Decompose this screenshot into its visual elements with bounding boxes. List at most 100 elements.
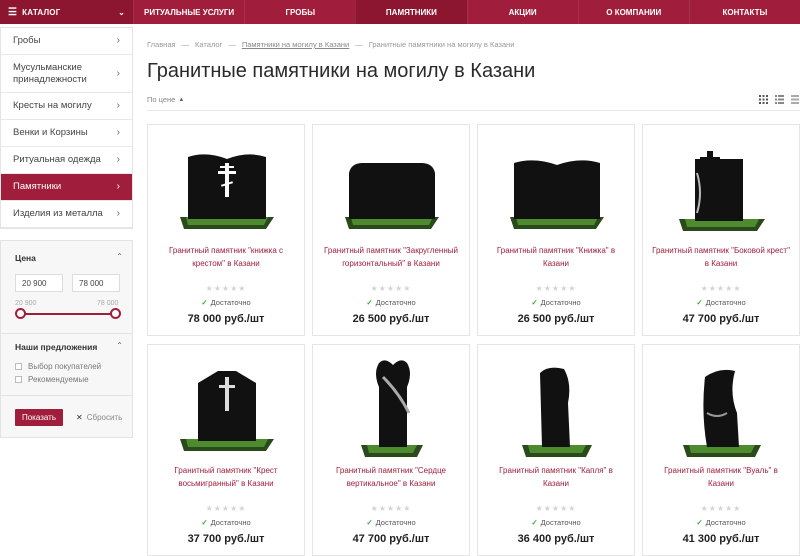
- reset-button[interactable]: ✕ Сбросить: [76, 413, 122, 422]
- product-image[interactable]: [643, 353, 800, 468]
- checkbox-icon[interactable]: [15, 376, 22, 383]
- rating-stars: ★★★★★: [370, 504, 412, 513]
- product-image[interactable]: [643, 133, 800, 248]
- stock-label: Достаточно: [705, 298, 746, 307]
- product-card[interactable]: Гранитный памятник "Закругленный горизон…: [312, 124, 470, 336]
- show-button[interactable]: Показать: [15, 409, 63, 426]
- checkbox-label: Выбор покупателей: [28, 362, 102, 371]
- divider: [147, 110, 800, 111]
- check-icon: ✓: [696, 518, 703, 527]
- nav-contacts[interactable]: КОНТАКТЫ: [688, 0, 800, 24]
- product-card[interactable]: Гранитный памятник "Боковой крест" в Каз…: [642, 124, 800, 336]
- price-max-input[interactable]: [72, 274, 120, 292]
- product-name[interactable]: Гранитный памятник "Вуаль" в Казани: [651, 465, 791, 490]
- stock-status: ✓ Достаточно: [313, 298, 469, 307]
- sidebar-item-crosses[interactable]: Кресты на могилу ›: [1, 93, 132, 120]
- filter-panel: Цена ⌃ 20 900 78 000 Наши предложения ⌃ …: [0, 240, 133, 438]
- list-view-icon[interactable]: [775, 95, 784, 106]
- chevron-right-icon: ›: [116, 35, 120, 46]
- nav-about[interactable]: О КОМПАНИИ: [577, 0, 689, 24]
- stock-status: ✓ Достаточно: [643, 518, 799, 527]
- product-image[interactable]: [313, 133, 471, 248]
- breadcrumb-separator: —: [181, 40, 190, 49]
- checkbox-recommended[interactable]: Рекомендуемые: [15, 375, 89, 384]
- nav-promotions[interactable]: АКЦИИ: [466, 0, 578, 24]
- product-card[interactable]: Гранитный памятник "Сердце вертикальное"…: [312, 344, 470, 556]
- sidebar-item-label: Кресты на могилу: [13, 100, 92, 111]
- stock-status: ✓ Достаточно: [643, 298, 799, 307]
- sidebar-item-clothing[interactable]: Ритуальная одежда ›: [1, 147, 132, 174]
- checkbox-label: Рекомендуемые: [28, 375, 89, 384]
- breadcrumb-home[interactable]: Главная: [147, 40, 176, 49]
- stock-status: ✓ Достаточно: [478, 518, 634, 527]
- grid-view-icon[interactable]: [759, 95, 768, 106]
- product-name[interactable]: Гранитный памятник "Боковой крест" в Каз…: [651, 245, 791, 270]
- sort-control[interactable]: По цене ▲: [147, 95, 184, 104]
- product-name[interactable]: Гранитный памятник "книжка с крестом" в …: [156, 245, 296, 270]
- product-image[interactable]: [478, 133, 636, 248]
- reset-label: Сбросить: [86, 413, 123, 422]
- check-icon: ✓: [531, 518, 538, 527]
- product-price: 78 000 руб./шт: [187, 313, 265, 325]
- main-nav: РИТУАЛЬНЫЕ УСЛУГИ ГРОБЫ ПАМЯТНИКИ АКЦИИ …: [133, 0, 800, 24]
- product-price: 47 700 руб./шт: [682, 313, 760, 325]
- table-view-icon[interactable]: [791, 95, 799, 106]
- nav-coffins[interactable]: ГРОБЫ: [244, 0, 355, 24]
- stock-label: Достаточно: [540, 298, 581, 307]
- hamburger-icon: ☰: [8, 6, 18, 18]
- product-price: 47 700 руб./шт: [352, 533, 430, 545]
- product-price: 26 500 руб./шт: [352, 313, 430, 325]
- sidebar-item-coffins[interactable]: Гробы ›: [1, 28, 132, 55]
- rating-stars: ★★★★★: [205, 504, 247, 513]
- product-card[interactable]: Гранитный памятник "Крест восьмигранный"…: [147, 344, 305, 556]
- product-name[interactable]: Гранитный памятник "Капля" в Казани: [486, 465, 626, 490]
- product-image[interactable]: [148, 133, 306, 248]
- sidebar-item-muslim[interactable]: Мусульманские принадлежности ›: [1, 55, 132, 93]
- check-icon: ✓: [531, 298, 538, 307]
- product-image[interactable]: [313, 353, 471, 468]
- product-image[interactable]: [148, 353, 306, 468]
- sort-label: По цене: [147, 95, 176, 104]
- category-sidebar: Гробы › Мусульманские принадлежности › Кре…: [0, 27, 133, 229]
- stock-label: Достаточно: [705, 518, 746, 527]
- checkbox-icon[interactable]: [15, 363, 22, 370]
- sidebar-item-metal[interactable]: Изделия из металла ›: [1, 201, 132, 228]
- price-min-input[interactable]: [15, 274, 63, 292]
- breadcrumb-monuments[interactable]: Памятники на могилу в Казани: [242, 40, 349, 49]
- product-name[interactable]: Гранитный памятник "Закругленный горизон…: [321, 245, 461, 270]
- rating-stars: ★★★★★: [700, 504, 742, 513]
- check-icon: ✓: [201, 518, 208, 527]
- price-filter-title: Цена: [15, 253, 36, 263]
- stock-status: ✓ Достаточно: [148, 298, 304, 307]
- product-image[interactable]: [478, 353, 636, 468]
- sidebar-item-wreaths[interactable]: Венки и Корзины ›: [1, 120, 132, 147]
- chevron-up-icon[interactable]: ⌃: [116, 252, 123, 261]
- product-price: 26 500 руб./шт: [517, 313, 595, 325]
- product-name[interactable]: Гранитный памятник "Крест восьмигранный"…: [156, 465, 296, 490]
- nav-ritual-services[interactable]: РИТУАЛЬНЫЕ УСЛУГИ: [133, 0, 244, 24]
- price-slider-min-handle[interactable]: [15, 308, 26, 319]
- product-card[interactable]: Гранитный памятник "книжка с крестом" в …: [147, 124, 305, 336]
- product-name[interactable]: Гранитный памятник "Книжка" в Казани: [486, 245, 626, 270]
- catalog-menu-button[interactable]: ☰ КАТАЛОГ ⌄: [0, 0, 133, 24]
- nav-monuments[interactable]: ПАМЯТНИКИ: [355, 0, 467, 24]
- checkbox-buyers-choice[interactable]: Выбор покупателей: [15, 362, 101, 371]
- sidebar-item-monuments[interactable]: Памятники ›: [1, 174, 132, 201]
- breadcrumb: Главная — Каталог — Памятники на могилу …: [147, 40, 514, 49]
- price-slider-track[interactable]: [20, 313, 116, 315]
- chevron-right-icon: ›: [116, 67, 120, 79]
- product-name[interactable]: Гранитный памятник "Сердце вертикальное"…: [321, 465, 461, 490]
- stock-label: Достаточно: [375, 518, 416, 527]
- chevron-up-icon[interactable]: ⌃: [116, 341, 123, 350]
- product-card[interactable]: Гранитный памятник "Вуаль" в Казани ★★★★…: [642, 344, 800, 556]
- stock-label: Достаточно: [210, 518, 251, 527]
- product-card[interactable]: Гранитный памятник "Капля" в Казани ★★★★…: [477, 344, 635, 556]
- filter-divider: [1, 333, 132, 334]
- close-icon: ✕: [76, 413, 83, 422]
- price-range-min-label: 20 900: [15, 300, 37, 307]
- product-card[interactable]: Гранитный памятник "Книжка" в Казани ★★★…: [477, 124, 635, 336]
- rating-stars: ★★★★★: [370, 284, 412, 293]
- breadcrumb-catalog[interactable]: Каталог: [195, 40, 222, 49]
- price-slider-max-handle[interactable]: [110, 308, 121, 319]
- chevron-down-icon: ⌄: [118, 7, 125, 17]
